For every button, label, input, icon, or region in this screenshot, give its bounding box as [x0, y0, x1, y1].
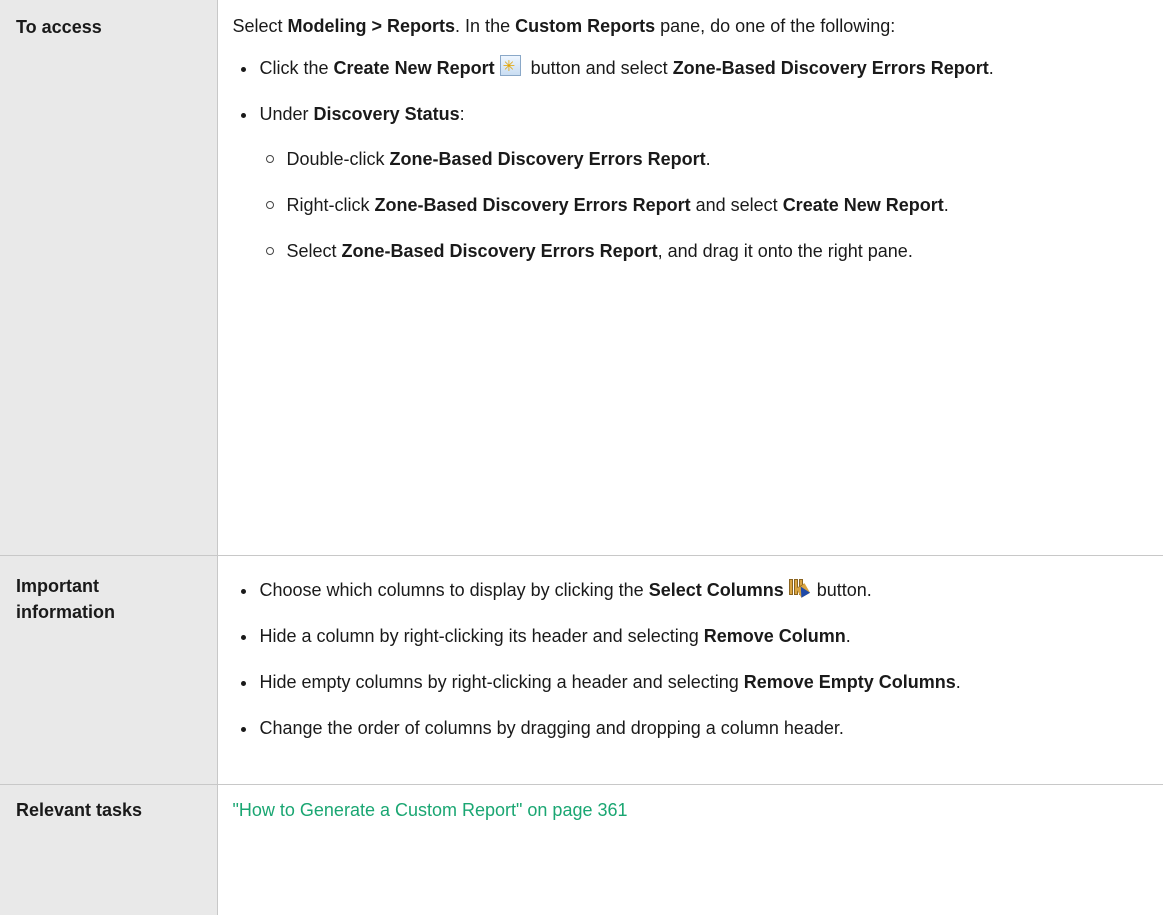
row-header-important-information: Important information — [0, 554, 218, 784]
list-item: Hide a column by right-clicking its head… — [233, 619, 1164, 654]
row-to-access: To access Select Modeling > Reports. In … — [0, 0, 1163, 555]
row-header-relevant-tasks: Relevant tasks — [0, 783, 218, 915]
row-relevant-tasks: Relevant tasks "How to Generate a Custom… — [0, 783, 1163, 915]
list-item: Under Discovery Status: Double-click Zon… — [233, 97, 1164, 269]
row-important-information: Important information Choose which colum… — [0, 554, 1164, 784]
important-list: Choose which columns to display by click… — [233, 573, 1164, 746]
reference-table: To access Select Modeling > Reports. In … — [0, 0, 1163, 915]
row-body-important-information: Choose which columns to display by click… — [217, 554, 1164, 784]
list-item: Change the order of columns by dragging … — [233, 711, 1164, 746]
access-intro: Select Modeling > Reports. In the Custom… — [232, 16, 896, 36]
list-item: Click the Create New Report button and s… — [233, 49, 1164, 86]
row-header-to-access: To access — [0, 0, 218, 555]
pane-name: Custom Reports — [515, 16, 656, 36]
discovery-status-sublist: Double-click Zone-Based Discovery Errors… — [260, 142, 1164, 269]
create-new-report-icon — [499, 49, 521, 84]
select-columns-icon — [788, 578, 810, 598]
row-body-relevant-tasks: "How to Generate a Custom Report" on pag… — [217, 783, 1163, 915]
how-to-generate-custom-report-link[interactable]: "How to Generate a Custom Report" on pag… — [233, 800, 628, 820]
list-item: Right-click Zone-Based Discovery Errors … — [260, 188, 1164, 223]
access-list: Click the Create New Report button and s… — [233, 49, 1164, 269]
menu-path: Modeling > Reports — [287, 16, 456, 36]
list-item: Choose which columns to display by click… — [233, 573, 1164, 608]
list-item: Select Zone-Based Discovery Errors Repor… — [260, 234, 1164, 269]
row-body-to-access: Select Modeling > Reports. In the Custom… — [217, 0, 1163, 555]
list-item: Double-click Zone-Based Discovery Errors… — [260, 142, 1164, 177]
list-item: Hide empty columns by right-clicking a h… — [233, 665, 1164, 700]
